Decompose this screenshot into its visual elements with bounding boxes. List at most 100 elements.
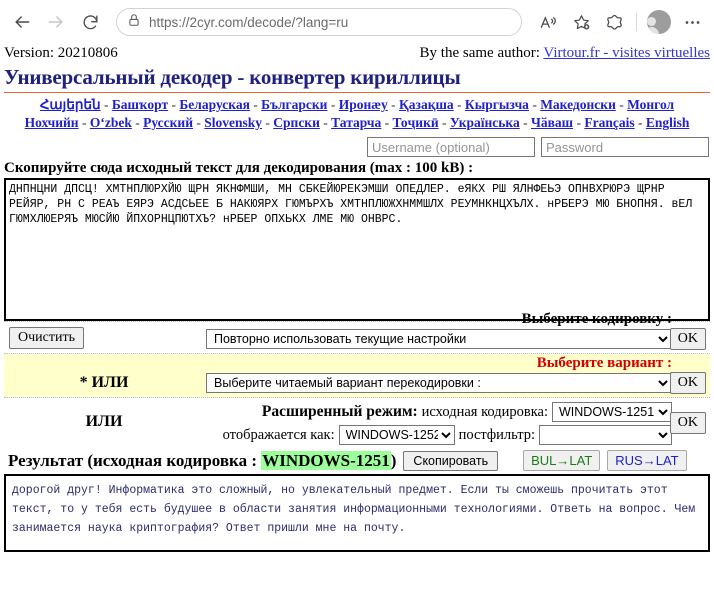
encoding-select[interactable]: Повторно использовать текущие настройки: [206, 329, 672, 349]
username-input[interactable]: [367, 137, 535, 157]
result-title-prefix: Результат (исходная кодировка :: [8, 450, 262, 470]
source-encoding-label: исходная кодировка:: [421, 403, 548, 420]
language-link[interactable]: Slovensky: [204, 115, 262, 130]
source-textarea-label: Скопируйте сюда исходный текст для декод…: [4, 160, 474, 176]
author-line: By the same author: Virtour.fr - visites…: [420, 45, 710, 62]
language-link[interactable]: Македонски: [540, 97, 616, 112]
language-link[interactable]: Беларуская: [179, 97, 250, 112]
url-text: https://2cyr.com/decode/?lang=ru: [149, 14, 349, 30]
browser-toolbar: https://2cyr.com/decode/?lang=ru: [0, 0, 714, 44]
language-link[interactable]: Українська: [450, 115, 520, 130]
page-title: Универсальный декодер - конвертер кирилл…: [4, 65, 461, 89]
chrome-icon-group: [532, 6, 708, 38]
language-separator: -: [249, 97, 262, 112]
language-link[interactable]: Татарча: [331, 115, 381, 130]
language-links-row-1: Հայերեն - Башҡорт - Беларуская - Българс…: [4, 96, 710, 114]
variant-select-group: Выберите вариант : Выберите читаемый вар…: [206, 355, 672, 393]
or-label: ИЛИ: [85, 412, 123, 430]
language-separator: -: [453, 97, 465, 112]
author-link[interactable]: Virtour.fr - visites virtuelles: [543, 45, 710, 61]
language-separator: -: [519, 115, 531, 130]
header-top-row: Version: 20210806 By the same author: Vi…: [4, 44, 710, 62]
language-separator: -: [615, 97, 628, 112]
language-link[interactable]: Монгол: [627, 97, 674, 112]
password-input[interactable]: [541, 137, 709, 157]
rus-to-lat-button[interactable]: RUS→LAT: [607, 450, 687, 471]
author-prefix: By the same author:: [419, 45, 544, 61]
language-link[interactable]: Чӑваш: [531, 115, 573, 130]
language-link[interactable]: O‘zbek: [90, 115, 132, 130]
encoding-ok-button[interactable]: OK: [669, 328, 706, 350]
language-link[interactable]: Тоҷикӣ: [393, 115, 439, 130]
variant-select-row: * ИЛИ Выберите вариант : Выберите читаем…: [4, 354, 710, 397]
extended-ok-button[interactable]: OK: [669, 412, 706, 434]
extended-mode-label: Расширенный режим:: [261, 403, 418, 420]
result-title-suffix: ): [390, 450, 397, 470]
language-link[interactable]: Български: [261, 97, 327, 112]
more-options-icon[interactable]: [676, 6, 708, 38]
language-separator: -: [131, 115, 144, 130]
copy-button[interactable]: Скопировать: [403, 450, 499, 471]
page-content: Version: 20210806 By the same author: Vi…: [0, 44, 714, 552]
encoding-select-row: Очистить Выберите кодировку : Повторно и…: [4, 311, 710, 353]
extended-mode-row: ИЛИ Расширенный режим: исходная кодировк…: [4, 398, 710, 447]
address-bar[interactable]: https://2cyr.com/decode/?lang=ru: [116, 8, 522, 36]
language-separator: -: [438, 115, 450, 130]
read-aloud-icon[interactable]: [532, 6, 564, 38]
variant-caption: Выберите вариант :: [536, 355, 672, 371]
avatar: [647, 10, 671, 34]
result-textarea[interactable]: дорогой друг! Информатика это сложный, н…: [4, 474, 710, 552]
language-separator: -: [327, 97, 339, 112]
language-link[interactable]: Қазақша: [399, 97, 454, 112]
source-textarea[interactable]: ДНПНЦНИ ДПСЦ! ХМТНПЛЮРХЙЮ ЩРН ЯКНФМШИ, М…: [4, 178, 710, 321]
language-link[interactable]: Иронæу: [339, 97, 388, 112]
language-separator: -: [100, 97, 112, 112]
version-text: Version: 20210806: [4, 45, 118, 61]
language-separator: -: [262, 115, 274, 130]
collections-icon[interactable]: [598, 6, 630, 38]
extended-mode-group: Расширенный режим: исходная кодировка: W…: [204, 402, 672, 448]
add-favorite-icon[interactable]: [565, 6, 597, 38]
lock-icon: [127, 13, 141, 32]
language-link[interactable]: Հայերեն: [40, 97, 101, 112]
postfilter-select[interactable]: [539, 425, 672, 445]
language-link[interactable]: Français: [584, 115, 634, 130]
language-link[interactable]: Башҡорт: [112, 97, 168, 112]
language-separator: -: [78, 115, 90, 130]
displayed-as-label: отображается как:: [222, 426, 335, 443]
result-encoding-badge: WINDOWS-1251: [261, 450, 391, 470]
variant-select[interactable]: Выберите читаемый вариант перекодировки …: [206, 373, 672, 393]
result-title: Результат (исходная кодировка : WINDOWS-…: [8, 450, 397, 471]
language-separator: -: [387, 97, 400, 112]
bul-to-lat-button[interactable]: BUL→LAT: [523, 450, 601, 471]
toolbar-divider: [636, 13, 637, 31]
language-separator: -: [381, 115, 393, 130]
extended-mode-line-2: отображается как: WINDOWS-1252 постфильт…: [204, 425, 672, 445]
language-link[interactable]: Српски: [273, 115, 320, 130]
language-separator: -: [573, 115, 585, 130]
encoding-caption: Выберите кодировку :: [521, 311, 672, 327]
language-separator: -: [634, 115, 646, 130]
back-arrow-icon[interactable]: [6, 6, 38, 38]
language-separator: -: [193, 115, 205, 130]
language-links-row-2: Нохчийн - O‘zbek - Русский - Slovensky -…: [4, 114, 710, 132]
reload-icon[interactable]: [74, 6, 106, 38]
variant-ok-button[interactable]: OK: [669, 372, 706, 394]
language-link[interactable]: Русский: [143, 115, 193, 130]
title-divider: [4, 92, 710, 93]
clear-button[interactable]: Очистить: [9, 327, 84, 349]
source-encoding-select[interactable]: WINDOWS-1251: [552, 402, 672, 422]
language-separator: -: [168, 97, 180, 112]
displayed-as-select[interactable]: WINDOWS-1252: [338, 425, 455, 445]
forward-arrow-icon: [40, 6, 72, 38]
language-link[interactable]: Кыргызча: [465, 97, 529, 112]
extended-mode-line-1: Расширенный режим: исходная кодировка: W…: [204, 402, 672, 422]
language-link[interactable]: English: [646, 115, 690, 130]
language-link[interactable]: Нохчийн: [25, 115, 79, 130]
language-separator: -: [319, 115, 332, 130]
or-label-starred: * ИЛИ: [79, 374, 129, 391]
profile-avatar-icon[interactable]: [643, 6, 675, 38]
auth-fields: [4, 137, 710, 157]
language-separator: -: [528, 97, 541, 112]
result-header: Результат (исходная кодировка : WINDOWS-…: [4, 447, 710, 474]
